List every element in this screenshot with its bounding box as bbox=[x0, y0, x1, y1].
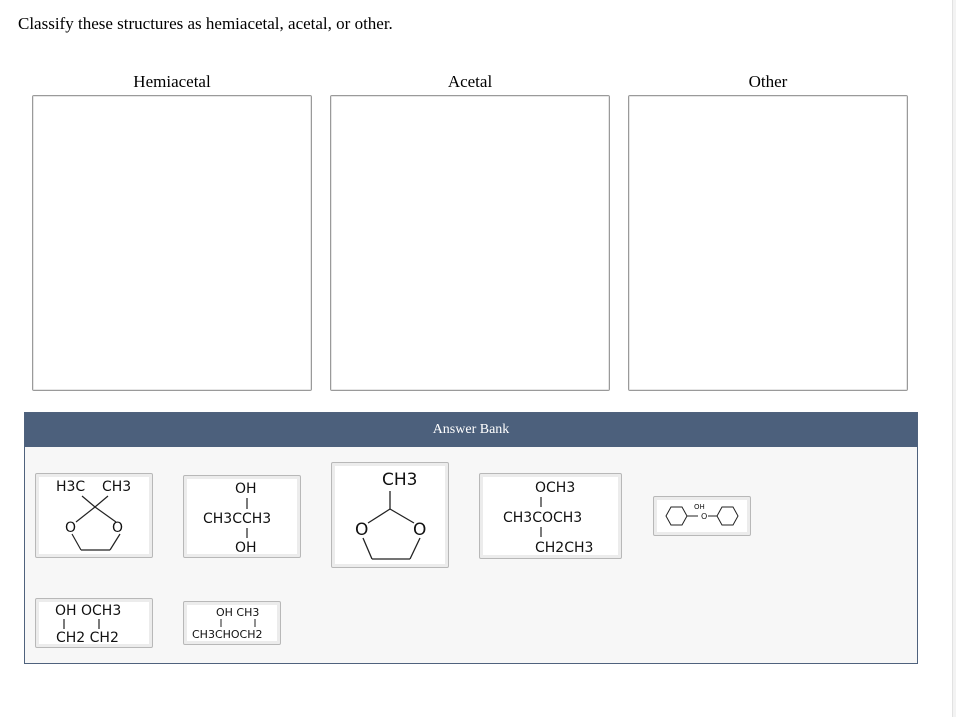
tile-dimethoxy-butane[interactable]: OCH3 CH3COCH3 CH2CH3 bbox=[479, 473, 622, 559]
bin-label-hemiacetal: Hemiacetal bbox=[133, 72, 211, 91]
bin-label-acetal: Acetal bbox=[447, 72, 493, 91]
answer-bank: Answer Bank bbox=[24, 412, 918, 664]
tile3-label-ch3: CH3 bbox=[382, 470, 417, 490]
tile2-label-oh-bottom: OH bbox=[235, 540, 257, 556]
page-scrollbar-edge bbox=[952, 0, 956, 717]
tile-phenyl-hemiacetal[interactable]: OH O bbox=[653, 496, 751, 536]
tile-hydroxy-methoxy-ethane[interactable]: OH OCH3 CH2 CH2 bbox=[35, 598, 153, 648]
question-prompt: Classify these structures as hemiacetal,… bbox=[18, 14, 393, 33]
tile1-label-o-left: O bbox=[65, 520, 76, 536]
structure-dimethoxy-butane: OCH3 CH3COCH3 CH2CH3 bbox=[503, 480, 593, 556]
structure-phenyl-hemiacetal: OH O bbox=[665, 503, 739, 526]
tile-dioxolane-methyl[interactable]: CH3 O O bbox=[331, 462, 449, 568]
structure-hydroxy-methoxy-ethane: OH OCH3 CH2 CH2 bbox=[55, 603, 121, 646]
structure-hydroxy-methyl-ether: OH CH3 CH3CHOCH2 bbox=[192, 606, 263, 641]
tile1-label-ch3: CH3 bbox=[102, 479, 131, 495]
tile5-label-o: O bbox=[701, 512, 707, 521]
drop-zone-hemiacetal[interactable] bbox=[32, 95, 312, 391]
structure-dihydroxy-propane: OH CH3CCH3 OH bbox=[203, 481, 271, 556]
tile1-label-o-right: O bbox=[112, 520, 123, 536]
tile3-label-o-left: O bbox=[355, 520, 368, 540]
tile4-label-ch2ch3: CH2CH3 bbox=[535, 540, 593, 556]
tile6-label-bottom: CH2 CH2 bbox=[56, 630, 119, 646]
tile-dioxolane-dimethyl[interactable]: H3C CH3 O O bbox=[35, 473, 153, 558]
tile-dihydroxy-propane[interactable]: OH CH3CCH3 OH bbox=[183, 475, 301, 558]
drop-zone-acetal[interactable] bbox=[330, 95, 610, 391]
drop-zone-other[interactable] bbox=[628, 95, 908, 391]
answer-bank-header: Answer Bank bbox=[25, 413, 917, 447]
tile1-label-h3c: H3C bbox=[56, 479, 85, 495]
tile4-label-och3: OCH3 bbox=[535, 480, 575, 496]
tile6-label-top: OH OCH3 bbox=[55, 603, 121, 619]
tile7-label-bottom: CH3CHOCH2 bbox=[192, 628, 263, 641]
tile5-label-oh: OH bbox=[694, 503, 705, 511]
tile7-label-top: OH CH3 bbox=[216, 606, 259, 619]
tile-hydroxy-methyl-ether[interactable]: OH CH3 CH3CHOCH2 bbox=[183, 601, 281, 645]
tile2-label-middle: CH3CCH3 bbox=[203, 511, 271, 527]
tile2-label-oh-top: OH bbox=[235, 481, 257, 497]
tile4-label-middle: CH3COCH3 bbox=[503, 510, 582, 526]
structure-dioxolane-dimethyl: H3C CH3 O O bbox=[56, 479, 131, 551]
tile3-label-o-right: O bbox=[413, 520, 426, 540]
structure-dioxolane-methyl: CH3 O O bbox=[355, 470, 426, 560]
bin-label-other: Other bbox=[748, 72, 788, 91]
